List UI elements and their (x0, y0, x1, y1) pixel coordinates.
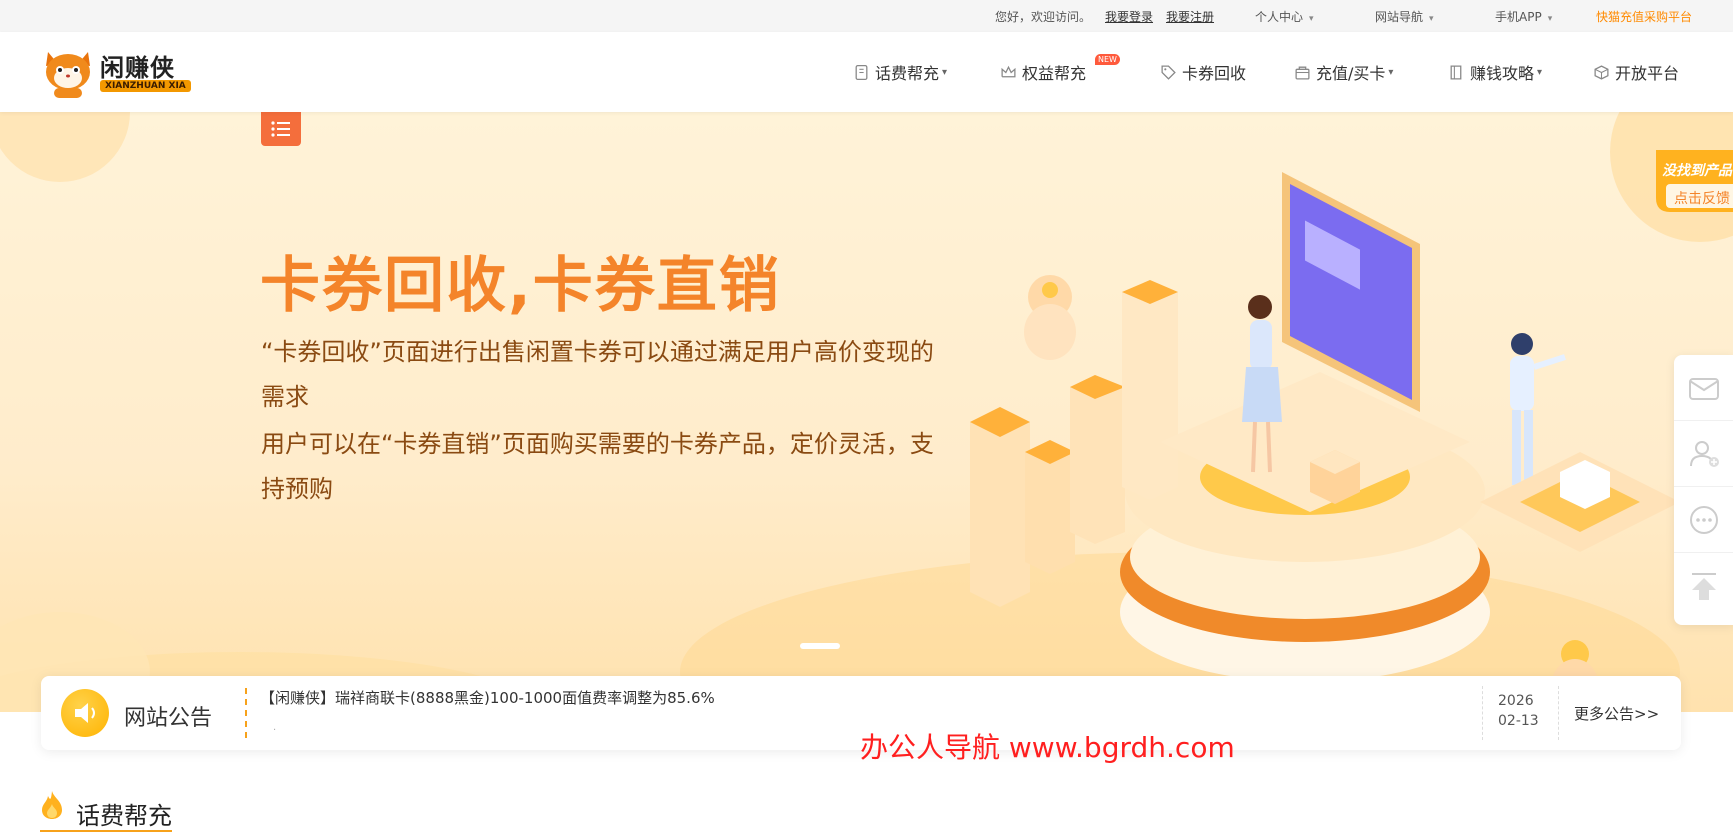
bag-icon (1295, 66, 1310, 80)
nav-label: 权益帮充 (1022, 64, 1087, 83)
nav-label: 赚钱攻略 (1470, 64, 1535, 83)
top-utility-bar: 您好，欢迎访问。 我要登录 我要注册 个人中心 ▾ 网站导航 ▾ 手机APP ▾ 快猫… (0, 0, 1733, 32)
announcement-year: 2026 (1498, 693, 1534, 709)
announcement-date: 02-13 (1498, 713, 1539, 729)
nav-item-rights-recharge[interactable]: 权益帮充 NEW (1000, 54, 1120, 84)
nav-item-recharge-buy[interactable]: 充值/买卡 ▾ (1294, 60, 1393, 84)
phone-bill-icon (855, 64, 868, 80)
nav-item-phone-recharge[interactable]: 话费帮充 ▾ (853, 60, 947, 84)
hero-banner[interactable]: 卡券回收,卡券直销 “卡券回收”页面进行出售闲置卡券可以通过满足用户高价变现的需… (0, 112, 1733, 712)
logo-name: 闲赚侠 (100, 54, 175, 82)
tag-icon (1161, 64, 1176, 80)
feedback-widget[interactable]: 没找到产品 点击反馈 (1648, 150, 1733, 226)
chevron-down-icon: ▾ (1537, 66, 1543, 78)
section-title: 话费帮充 (76, 802, 172, 830)
nav-label: 话费帮充 (875, 64, 940, 83)
site-nav-menu[interactable]: 网站导航 ▾ (1375, 8, 1434, 25)
main-header: 闲赚侠 XIANZHUAN XIA 话费帮充 ▾ 权益帮充 NEW 卡券回收 充值… (0, 32, 1733, 112)
personal-center-menu[interactable]: 个人中心 ▾ (1255, 8, 1314, 25)
category-list-button[interactable] (261, 112, 301, 146)
site-nav-label: 网站导航 (1375, 10, 1424, 24)
nav-label: 卡券回收 (1182, 64, 1247, 83)
mobile-app-label: 手机APP (1495, 10, 1542, 24)
nav-item-open-platform[interactable]: 开放平台 (1593, 60, 1679, 84)
hero-illustration (970, 172, 1680, 712)
crown-icon (1001, 65, 1016, 77)
login-link[interactable]: 我要登录 (1105, 8, 1153, 25)
scroll-dot: . (273, 722, 277, 733)
platform-link[interactable]: 快猫充值采购平台 (1596, 8, 1692, 25)
chat-icon (1690, 505, 1718, 534)
logo-subtitle: XIANZHUAN XIA (100, 80, 191, 92)
nav-item-money-guide[interactable]: 赚钱攻略 ▾ (1448, 60, 1542, 84)
announcement-message[interactable]: 【闲赚侠】瑞祥商联卡(8888黑金)100-1000面值费率调整为85.6% (260, 687, 715, 708)
mobile-app-menu[interactable]: 手机APP ▾ (1495, 8, 1552, 25)
book-icon (1450, 64, 1462, 80)
fire-icon (42, 791, 62, 819)
register-link[interactable]: 我要注册 (1166, 8, 1214, 25)
welcome-text: 您好，欢迎访问。 (995, 10, 1092, 24)
new-badge: NEW (1095, 54, 1120, 65)
chevron-down-icon: ▾ (942, 66, 948, 78)
divider (1482, 686, 1483, 740)
chevron-down-icon: ▾ (1388, 66, 1394, 78)
hero-paragraph-direct-sale: 用户可以在“卡券直销”页面购买需要的卡券产品，定价灵活，支持预购 (261, 430, 934, 503)
side-mail-button[interactable] (1674, 355, 1733, 421)
nav-label: 充值/买卡 (1316, 64, 1386, 83)
mail-icon (1689, 377, 1719, 400)
side-chat-button[interactable] (1674, 487, 1733, 553)
divider (245, 688, 247, 738)
nav-item-card-recycle[interactable]: 卡券回收 (1160, 60, 1246, 84)
list-icon (271, 121, 290, 137)
cube-icon (1594, 64, 1609, 80)
more-announcements-link[interactable]: 更多公告>> (1574, 703, 1659, 724)
feedback-text: 没找到产品 (1662, 163, 1732, 179)
chevron-down-icon: ▾ (1429, 14, 1434, 24)
speaker-icon (61, 689, 109, 737)
hero-title: 卡券回收,卡券直销 (260, 251, 781, 321)
watermark-text: 办公人导航 www.bgrdh.com (860, 731, 1235, 764)
nav-label: 开放平台 (1615, 64, 1680, 83)
back-to-top-icon (1692, 573, 1716, 600)
side-user-button[interactable] (1674, 421, 1733, 487)
divider (1558, 686, 1559, 740)
side-back-to-top-button[interactable] (1674, 553, 1733, 619)
carousel-indicator[interactable] (800, 643, 840, 649)
cat-mascot-icon (46, 52, 90, 98)
hero-paragraph-recycle: “卡券回收”页面进行出售闲置卡券可以通过满足用户高价变现的需求 (261, 338, 934, 411)
announcement-label: 网站公告 (124, 706, 213, 731)
chevron-down-icon: ▾ (1547, 14, 1553, 24)
chevron-down-icon: ▾ (1309, 14, 1314, 24)
personal-center-label: 个人中心 (1255, 10, 1304, 24)
floating-side-toolbar (1674, 355, 1733, 625)
site-logo[interactable]: 闲赚侠 XIANZHUAN XIA (40, 44, 191, 100)
user-add-icon (1690, 440, 1719, 467)
feedback-button[interactable]: 点击反馈 (1674, 188, 1730, 208)
